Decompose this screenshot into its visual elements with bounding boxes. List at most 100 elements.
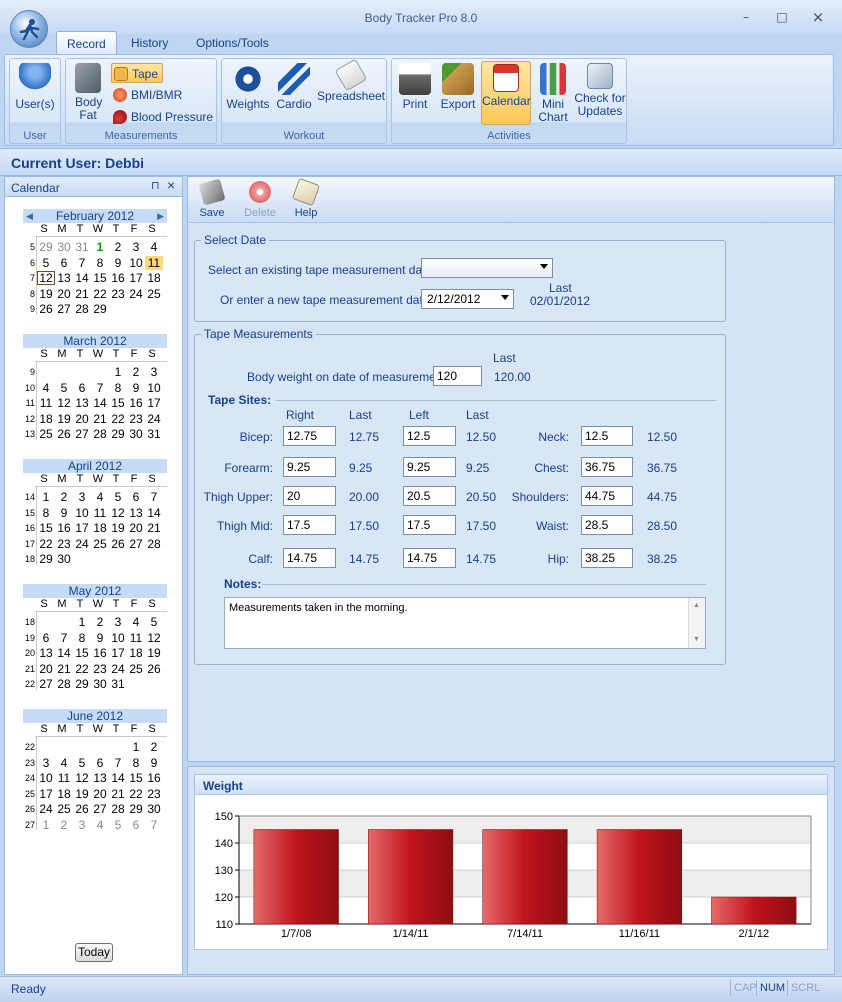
tab-options-tools[interactable]: Options/Tools xyxy=(186,31,279,55)
calendar-day[interactable]: 18 xyxy=(37,412,55,426)
calendar-day[interactable]: 9 xyxy=(109,256,127,270)
calendar-day[interactable]: 19 xyxy=(145,646,163,660)
calendar-day[interactable]: 29 xyxy=(73,677,91,691)
calendar-day[interactable]: 2 xyxy=(109,240,127,254)
waist-input[interactable]: 28.5 xyxy=(581,515,633,535)
calendar-day[interactable]: 23 xyxy=(91,662,109,676)
calendar-day[interactable]: 11 xyxy=(37,396,55,410)
calendar-day[interactable]: 3 xyxy=(73,490,91,504)
thigh-upper-right-input[interactable]: 20 xyxy=(283,486,336,506)
calendar-day[interactable]: 13 xyxy=(73,396,91,410)
calendar-day[interactable]: 15 xyxy=(37,521,55,535)
panel-close-icon[interactable]: × xyxy=(167,177,175,193)
calendar-day[interactable]: 27 xyxy=(37,677,55,691)
calendar-day[interactable]: 10 xyxy=(109,631,127,645)
calf-left-input[interactable]: 14.75 xyxy=(403,548,456,568)
calendar-day[interactable]: 24 xyxy=(145,412,163,426)
calendar-day[interactable]: 15 xyxy=(91,271,109,285)
calendar-day[interactable]: 4 xyxy=(91,490,109,504)
calendar-day[interactable]: 30 xyxy=(91,677,109,691)
calendar-day[interactable]: 8 xyxy=(127,756,145,770)
body-fat-button[interactable]: Body Fat xyxy=(69,61,107,122)
calendar-day[interactable]: 30 xyxy=(127,427,145,441)
calendar-day[interactable]: 20 xyxy=(55,287,73,301)
calendar-day[interactable]: 29 xyxy=(109,427,127,441)
calendar-day[interactable]: 27 xyxy=(91,802,109,816)
calendar-day[interactable]: 25 xyxy=(127,662,145,676)
shoulders-input[interactable]: 44.75 xyxy=(581,486,633,506)
calendar-day[interactable]: 16 xyxy=(55,521,73,535)
calendar-day[interactable]: 2 xyxy=(145,740,163,754)
bmi-bmr-button[interactable]: BMI/BMR xyxy=(111,85,182,105)
prev-month-icon[interactable]: ◀ xyxy=(26,209,33,223)
body-weight-input[interactable]: 120 xyxy=(433,366,482,386)
calendar-day[interactable]: 24 xyxy=(73,537,91,551)
calendar-day[interactable]: 19 xyxy=(55,412,73,426)
calendar-day[interactable]: 13 xyxy=(91,771,109,785)
calendar-day[interactable]: 16 xyxy=(127,396,145,410)
delete-button[interactable]: Delete xyxy=(240,179,280,219)
calendar-day[interactable]: 10 xyxy=(127,256,145,270)
calendar-day[interactable]: 21 xyxy=(109,787,127,801)
bicep-left-input[interactable]: 12.5 xyxy=(403,426,456,446)
help-button[interactable]: Help xyxy=(290,177,322,219)
calendar-day[interactable]: 23 xyxy=(127,412,145,426)
print-button[interactable]: Print xyxy=(395,61,435,111)
calendar-day[interactable]: 18 xyxy=(55,787,73,801)
calendar-day[interactable]: 4 xyxy=(127,615,145,629)
calendar-day[interactable]: 31 xyxy=(145,427,163,441)
calendar-day[interactable]: 27 xyxy=(73,427,91,441)
calendar-day[interactable]: 19 xyxy=(73,787,91,801)
calendar-day[interactable]: 12 xyxy=(109,506,127,520)
calendar-day[interactable]: 5 xyxy=(37,256,55,270)
calendar-day[interactable]: 15 xyxy=(109,396,127,410)
new-date-picker[interactable]: 2/12/2012 xyxy=(421,289,514,309)
calendar-day[interactable]: 6 xyxy=(91,756,109,770)
calendar-day[interactable]: 15 xyxy=(127,771,145,785)
calendar-day[interactable]: 24 xyxy=(127,287,145,301)
calendar-day[interactable]: 8 xyxy=(109,381,127,395)
thigh-mid-left-input[interactable]: 17.5 xyxy=(403,515,456,535)
calendar-day[interactable]: 28 xyxy=(109,802,127,816)
calendar-day[interactable]: 26 xyxy=(109,537,127,551)
app-menu-orb[interactable] xyxy=(10,10,48,48)
calendar-day[interactable]: 1 xyxy=(109,365,127,379)
next-month-icon[interactable]: ▶ xyxy=(157,209,164,223)
save-button[interactable]: Save xyxy=(198,178,226,219)
calendar-day[interactable]: 11 xyxy=(91,506,109,520)
calendar-day[interactable]: 6 xyxy=(127,818,145,832)
calendar-day[interactable]: 20 xyxy=(73,412,91,426)
forearm-left-input[interactable]: 9.25 xyxy=(403,457,456,477)
calendar-day[interactable]: 28 xyxy=(73,302,91,316)
cardio-button[interactable]: Cardio xyxy=(274,61,314,111)
calendar-day[interactable]: 10 xyxy=(145,381,163,395)
pin-icon[interactable]: ⊓ xyxy=(151,179,160,192)
tab-history[interactable]: History xyxy=(121,31,178,55)
calendar-day[interactable]: 26 xyxy=(73,802,91,816)
notes-scrollbar[interactable]: ▲ ▼ xyxy=(688,598,705,648)
calendar-day[interactable]: 27 xyxy=(127,537,145,551)
calendar-day[interactable]: 28 xyxy=(145,537,163,551)
chest-input[interactable]: 36.75 xyxy=(581,457,633,477)
calendar-day[interactable]: 17 xyxy=(109,646,127,660)
calendar-day[interactable]: 30 xyxy=(55,552,73,566)
close-button[interactable]: × xyxy=(808,9,828,25)
calendar-day[interactable]: 7 xyxy=(91,381,109,395)
calendar-day[interactable]: 10 xyxy=(37,771,55,785)
calendar-day[interactable]: 30 xyxy=(55,240,73,254)
calendar-day[interactable]: 21 xyxy=(55,662,73,676)
scroll-down-icon[interactable]: ▼ xyxy=(693,636,700,643)
calendar-day[interactable]: 3 xyxy=(109,615,127,629)
calendar-day[interactable]: 5 xyxy=(73,756,91,770)
calendar-day[interactable]: 8 xyxy=(73,631,91,645)
calendar-day[interactable]: 12 xyxy=(73,771,91,785)
scroll-up-icon[interactable]: ▲ xyxy=(693,602,700,609)
calendar-day[interactable]: 14 xyxy=(91,396,109,410)
calendar-day[interactable]: 1 xyxy=(37,490,55,504)
calendar-day[interactable]: 13 xyxy=(127,506,145,520)
calendar-day[interactable]: 8 xyxy=(37,506,55,520)
thigh-mid-right-input[interactable]: 17.5 xyxy=(283,515,336,535)
calendar-day[interactable]: 2 xyxy=(127,365,145,379)
calendar-day[interactable]: 3 xyxy=(127,240,145,254)
spreadsheet-button[interactable]: Spreadsheet xyxy=(316,58,386,103)
